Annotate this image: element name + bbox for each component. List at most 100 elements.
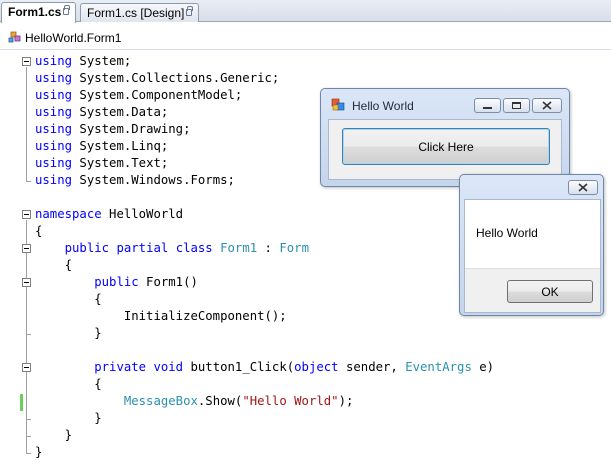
code-token: partial — [116, 241, 169, 255]
code-token: System; — [72, 54, 132, 68]
close-icon — [542, 101, 552, 110]
message-text: Hello World — [476, 226, 538, 240]
collapse-icon[interactable] — [22, 57, 31, 66]
maximize-icon — [512, 102, 521, 109]
form-icon — [331, 98, 345, 111]
collapse-icon[interactable] — [22, 278, 31, 287]
message-box-window[interactable]: Hello World OK — [459, 174, 604, 316]
code-token: class — [175, 241, 213, 255]
class-icon — [8, 31, 21, 43]
code-line[interactable]: using System.Text; — [35, 155, 168, 172]
code-line[interactable]: public Form1() — [35, 274, 198, 291]
code-token: System.Text; — [72, 156, 169, 170]
ok-button[interactable]: OK — [507, 280, 593, 303]
close-button[interactable] — [568, 180, 598, 195]
code-token: "Hello World" — [242, 394, 339, 408]
code-line[interactable]: using System.Data; — [35, 104, 168, 121]
collapse-icon[interactable] — [22, 363, 31, 372]
code-line[interactable]: using System.Linq; — [35, 138, 168, 155]
code-token: System.Drawing; — [72, 122, 191, 136]
class-navigation-bar[interactable]: HelloWorld.Form1 — [0, 23, 611, 50]
code-line[interactable]: { — [35, 257, 72, 274]
code-line[interactable]: { — [35, 376, 102, 393]
code-token: } — [35, 411, 102, 425]
minimize-button[interactable] — [474, 98, 501, 113]
code-line[interactable]: using System; — [35, 53, 131, 70]
code-token: System.Windows.Forms; — [72, 173, 235, 187]
class-selector-label: HelloWorld.Form1 — [25, 31, 122, 45]
code-token: e) — [471, 360, 495, 374]
code-token: button1_Click( — [183, 360, 295, 374]
code-token: using — [35, 54, 73, 68]
code-token: } — [35, 445, 43, 459]
outline-end — [26, 181, 31, 182]
code-line[interactable]: private void button1_Click(object sender… — [35, 359, 494, 376]
code-token: public — [94, 275, 139, 289]
code-line[interactable]: using System.Collections.Generic; — [35, 70, 279, 87]
message-box-footer: OK — [465, 268, 600, 312]
outline-line — [26, 67, 27, 181]
close-icon — [578, 183, 588, 192]
code-line[interactable]: InitializeComponent(); — [35, 308, 287, 325]
code-token: using — [35, 122, 73, 136]
code-token: namespace — [35, 207, 102, 221]
code-token: System.ComponentModel; — [72, 88, 243, 102]
code-line[interactable]: { — [35, 291, 101, 308]
hello-world-form-window[interactable]: Hello World Click Here — [320, 88, 570, 187]
code-token: { — [35, 224, 43, 238]
code-line[interactable]: MessageBox.Show("Hello World"); — [35, 393, 354, 410]
code-token: EventArgs — [405, 360, 472, 374]
outline-end — [26, 436, 31, 437]
maximize-button[interactable] — [503, 98, 530, 113]
code-token: sender, — [338, 360, 406, 374]
tab-form1-cs[interactable]: Form1.cs — [1, 2, 77, 23]
code-token: object — [294, 360, 339, 374]
code-token: Form1 — [220, 241, 258, 255]
code-line[interactable]: } — [35, 427, 72, 444]
code-line[interactable]: namespace HelloWorld — [35, 206, 183, 223]
code-line[interactable]: } — [35, 444, 42, 461]
code-token: System.Linq; — [72, 139, 169, 153]
outline-end — [26, 419, 31, 420]
outline-end — [26, 334, 31, 335]
code-line[interactable]: { — [35, 223, 42, 240]
code-token: } — [35, 428, 73, 442]
tab-label: Form1.cs [Design] — [87, 6, 185, 20]
code-token: private — [94, 360, 147, 374]
minimize-icon — [483, 107, 492, 109]
close-button[interactable] — [532, 98, 562, 113]
click-here-button[interactable]: Click Here — [342, 128, 550, 165]
code-token: using — [35, 105, 73, 119]
code-line[interactable]: } — [35, 325, 101, 342]
document-tab-strip: Form1.cs Form1.cs [Design] — [0, 0, 611, 23]
code-token: : — [257, 241, 280, 255]
code-token: using — [35, 71, 73, 85]
code-line[interactable]: using System.Drawing; — [35, 121, 191, 138]
code-token: { — [35, 377, 102, 391]
code-line[interactable]: using System.Windows.Forms; — [35, 172, 235, 189]
code-token: MessageBox — [123, 394, 198, 408]
code-line[interactable]: using System.ComponentModel; — [35, 87, 242, 104]
code-token: Form1() — [138, 275, 198, 289]
outlining-gutter — [0, 51, 34, 476]
lock-icon — [63, 5, 71, 16]
code-token: Form — [279, 241, 309, 255]
form-client-area: Click Here — [328, 119, 562, 180]
collapse-icon[interactable] — [22, 244, 31, 253]
outline-end — [26, 453, 31, 454]
code-token: HelloWorld — [101, 207, 184, 221]
collapse-icon[interactable] — [22, 210, 31, 219]
code-token: System.Data; — [72, 105, 169, 119]
code-line[interactable]: } — [35, 410, 102, 427]
message-box-content: Hello World OK — [464, 199, 601, 313]
code-token: using — [35, 173, 73, 187]
code-token: ); — [338, 394, 354, 408]
code-token: .Show( — [197, 394, 243, 408]
code-line[interactable]: public partial class Form1 : Form — [35, 240, 309, 257]
tab-form1-design[interactable]: Form1.cs [Design] — [80, 3, 200, 22]
code-token: System.Collections.Generic; — [72, 71, 280, 85]
